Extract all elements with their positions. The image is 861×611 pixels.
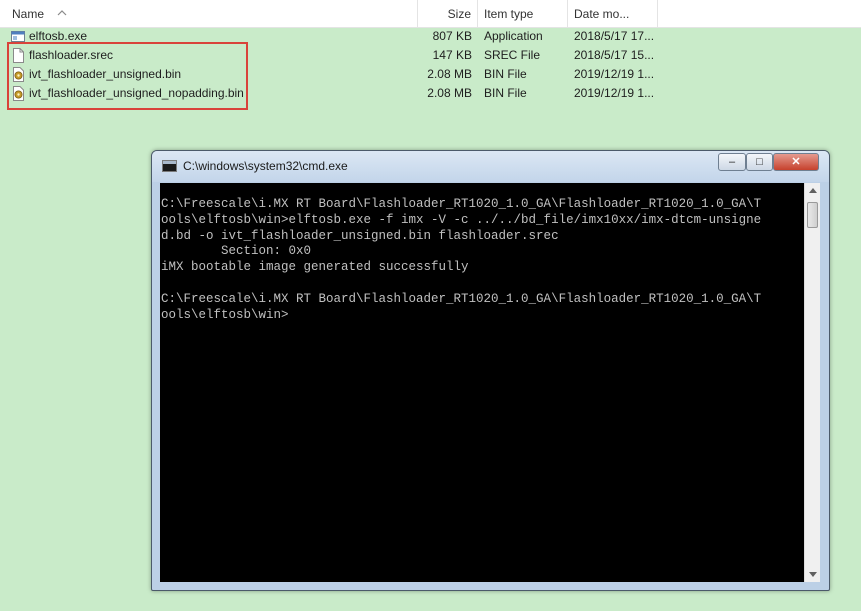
- scroll-up-arrow-icon[interactable]: [809, 188, 817, 193]
- file-date: 2019/12/19 1...: [574, 67, 655, 81]
- file-row-elftosb-exe[interactable]: elftosb.exe 807 KB Application 2018/5/17…: [0, 27, 861, 46]
- file-date: 2018/5/17 17...: [574, 29, 655, 43]
- minimize-icon: –: [728, 156, 736, 168]
- file-name: ivt_flashloader_unsigned_nopadding.bin: [29, 86, 244, 100]
- close-icon: ✕: [791, 156, 801, 168]
- file-name: flashloader.srec: [29, 48, 114, 62]
- column-header-name[interactable]: Name: [0, 0, 418, 27]
- file-type: BIN File: [484, 86, 527, 100]
- document-icon: [13, 48, 24, 63]
- file-size: 2.08 MB: [427, 67, 472, 81]
- file-row-ivt-flashloader-unsigned-nopadding-bin[interactable]: ivt_flashloader_unsigned_nopadding.bin 2…: [0, 84, 861, 103]
- sort-ascending-icon: [57, 10, 67, 16]
- column-type-label: Item type: [484, 7, 534, 21]
- file-name: elftosb.exe: [29, 29, 88, 43]
- column-size-label: Size: [447, 7, 471, 21]
- file-row-ivt-flashloader-unsigned-bin[interactable]: ivt_flashloader_unsigned.bin 2.08 MB BIN…: [0, 65, 861, 84]
- close-button[interactable]: ✕: [773, 153, 819, 171]
- cmd-window: C:\windows\system32\cmd.exe – □ ✕ C:\Fre…: [151, 150, 830, 591]
- column-header: Name Size Item type Date mo...: [0, 0, 861, 28]
- file-size: 147 KB: [432, 48, 472, 62]
- column-header-size[interactable]: Size: [418, 0, 478, 27]
- file-type: Application: [484, 29, 543, 43]
- maximize-button[interactable]: □: [746, 153, 773, 171]
- cmd-title-bar[interactable]: C:\windows\system32\cmd.exe – □ ✕: [152, 151, 829, 182]
- application-icon: [11, 31, 25, 42]
- cmd-window-title: C:\windows\system32\cmd.exe: [183, 159, 348, 173]
- console-icon: [162, 160, 177, 172]
- vertical-scrollbar[interactable]: [804, 183, 820, 582]
- file-date: 2019/12/19 1...: [574, 86, 655, 100]
- file-size: 807 KB: [432, 29, 472, 43]
- console-output-area[interactable]: C:\Freescale\i.MX RT Board\Flashloader_R…: [160, 183, 804, 582]
- console-output: C:\Freescale\i.MX RT Board\Flashloader_R…: [161, 197, 762, 322]
- file-name: ivt_flashloader_unsigned.bin: [29, 67, 182, 81]
- file-size: 2.08 MB: [427, 86, 472, 100]
- scrollbar-thumb[interactable]: [807, 202, 818, 228]
- maximize-icon: □: [756, 156, 763, 168]
- column-header-date[interactable]: Date mo...: [568, 0, 658, 27]
- bin-file-icon: [13, 86, 24, 101]
- file-type: BIN File: [484, 67, 527, 81]
- file-date: 2018/5/17 15...: [574, 48, 655, 62]
- column-header-type[interactable]: Item type: [478, 0, 568, 27]
- bin-file-icon: [13, 67, 24, 82]
- file-row-flashloader-srec[interactable]: flashloader.srec 147 KB SREC File 2018/5…: [0, 46, 861, 65]
- file-type: SREC File: [484, 48, 541, 62]
- minimize-button[interactable]: –: [718, 153, 746, 171]
- column-name-label: Name: [12, 7, 45, 21]
- scroll-down-arrow-icon[interactable]: [809, 572, 817, 577]
- column-date-label: Date mo...: [574, 7, 630, 21]
